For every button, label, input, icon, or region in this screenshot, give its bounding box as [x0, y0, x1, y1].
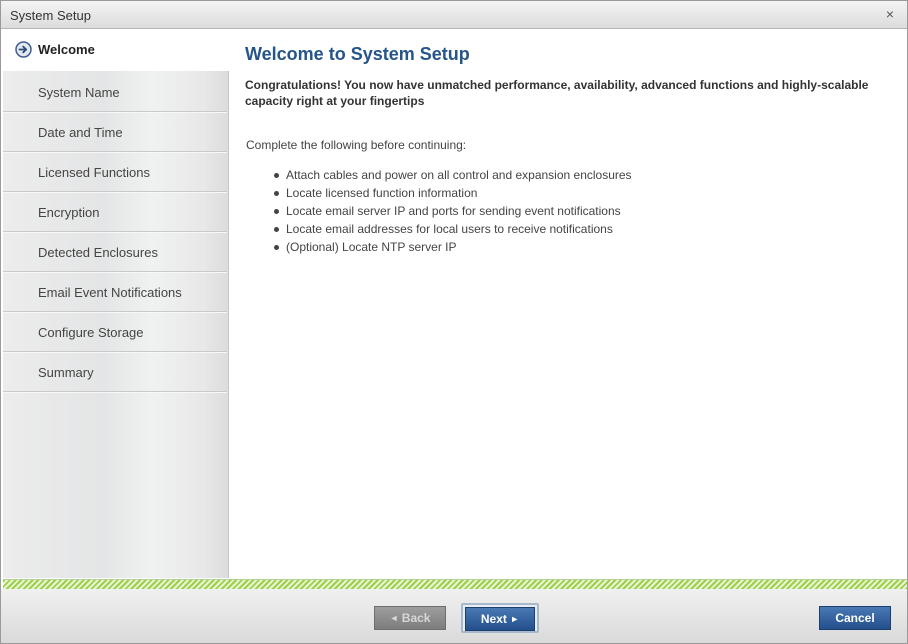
left-triangle-icon: ◄ — [389, 613, 399, 623]
list-item: Locate licensed function information — [274, 184, 632, 202]
step-configure-storage[interactable]: Configure Storage — [3, 312, 227, 352]
close-icon[interactable]: × — [883, 6, 897, 22]
next-button-focus-ring: Next ► — [461, 603, 539, 633]
next-button[interactable]: Next ► — [465, 607, 535, 631]
step-label: Email Event Notifications — [38, 285, 182, 300]
list-item: (Optional) Locate NTP server IP — [274, 238, 632, 256]
congratulations-text: Congratulations! You now have unmatched … — [245, 78, 869, 108]
step-label: System Name — [38, 85, 120, 100]
arrow-circle-right-icon — [15, 41, 32, 58]
step-system-name[interactable]: System Name — [3, 72, 227, 112]
step-label: Licensed Functions — [38, 165, 151, 180]
window-title: System Setup — [10, 8, 91, 23]
next-label: Next — [480, 612, 507, 626]
step-licensed-functions[interactable]: Licensed Functions — [3, 152, 227, 192]
bullet-icon — [274, 209, 279, 214]
step-label: Encryption — [38, 205, 100, 220]
system-setup-dialog: System Setup × Welcome System Name Date … — [0, 0, 908, 644]
right-triangle-icon: ► — [510, 614, 520, 624]
bullet-icon — [274, 245, 279, 250]
progress-stripe — [3, 579, 907, 589]
button-bar: ◄ Back Next ► Cancel — [1, 589, 907, 643]
list-item-text: (Optional) Locate NTP server IP — [286, 240, 457, 254]
cancel-button[interactable]: Cancel — [819, 606, 891, 630]
list-item-text: Attach cables and power on all control a… — [286, 168, 632, 182]
page-title: Welcome to System Setup — [245, 44, 470, 64]
step-label: Detected Enclosures — [38, 245, 158, 260]
step-summary[interactable]: Summary — [3, 352, 227, 392]
welcome-panel: Welcome to System Setup Congratulations!… — [245, 30, 895, 578]
step-detected-enclosures[interactable]: Detected Enclosures — [3, 232, 227, 272]
list-item-text: Locate email server IP and ports for sen… — [286, 204, 621, 218]
list-item-text: Locate licensed function information — [286, 186, 478, 200]
prerequisite-checklist: Attach cables and power on all control a… — [274, 166, 632, 256]
wizard-steps-sidebar: Welcome System Name Date and Time Licens… — [3, 30, 230, 578]
step-date-and-time[interactable]: Date and Time — [3, 112, 227, 152]
step-encryption[interactable]: Encryption — [3, 192, 227, 232]
step-label: Summary — [38, 365, 94, 380]
bullet-icon — [274, 227, 279, 232]
bullet-icon — [274, 173, 279, 178]
list-item: Locate email addresses for local users t… — [274, 220, 632, 238]
step-label: Date and Time — [38, 125, 123, 140]
bullet-icon — [274, 191, 279, 196]
step-label: Configure Storage — [38, 325, 144, 340]
back-label: Back — [401, 611, 431, 625]
list-item: Locate email server IP and ports for sen… — [274, 202, 632, 220]
title-bar[interactable]: System Setup × — [1, 1, 907, 29]
list-item: Attach cables and power on all control a… — [274, 166, 632, 184]
checklist-lead: Complete the following before continuing… — [246, 138, 467, 152]
step-welcome-current[interactable]: Welcome — [3, 30, 230, 71]
back-button[interactable]: ◄ Back — [374, 606, 446, 630]
step-welcome-label: Welcome — [38, 42, 95, 57]
list-item-text: Locate email addresses for local users t… — [286, 222, 613, 236]
step-email-event-notifications[interactable]: Email Event Notifications — [3, 272, 227, 312]
